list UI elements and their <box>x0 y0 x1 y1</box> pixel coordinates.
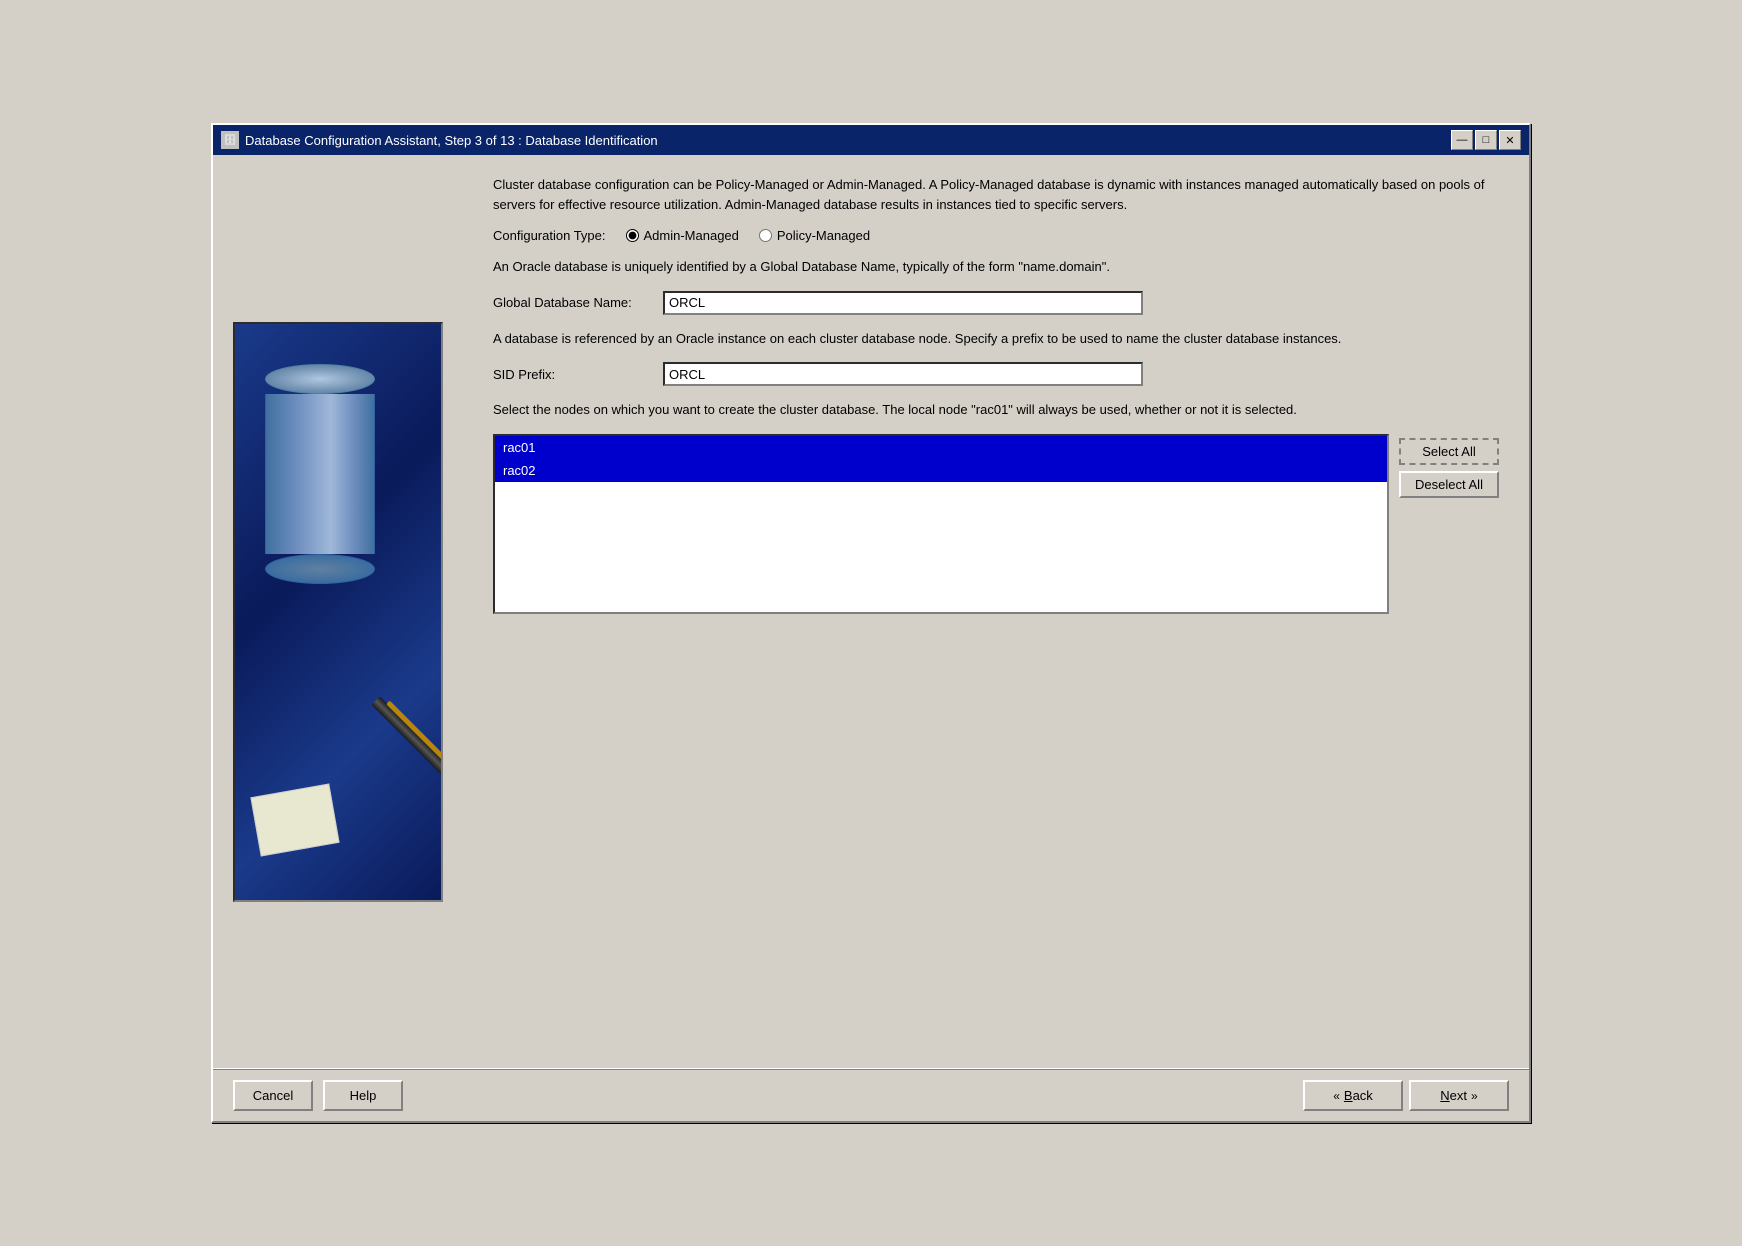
help-button[interactable]: Help <box>323 1080 403 1111</box>
global-db-name-row: Global Database Name: <box>493 291 1499 315</box>
policy-managed-label: Policy-Managed <box>777 228 870 243</box>
maximize-button[interactable]: □ <box>1475 130 1497 150</box>
back-button[interactable]: « Back <box>1303 1080 1403 1111</box>
cylinder <box>265 364 375 584</box>
select-all-button[interactable]: Select All <box>1399 438 1499 465</box>
main-description: Cluster database configuration can be Po… <box>493 175 1499 214</box>
cylinder-top <box>265 364 375 394</box>
global-db-name-input[interactable] <box>663 291 1143 315</box>
nodes-buttons: Select All Deselect All <box>1399 434 1499 498</box>
footer: Cancel Help « Back Next » <box>213 1070 1529 1121</box>
sid-prefix-input[interactable] <box>663 362 1143 386</box>
config-type-row: Configuration Type: Admin-Managed Policy… <box>493 228 1499 243</box>
database-icon <box>265 364 375 584</box>
left-panel <box>213 155 463 1068</box>
right-panel: Cluster database configuration can be Po… <box>463 155 1529 1068</box>
next-chevron-icon: » <box>1471 1089 1478 1103</box>
pen-body <box>371 696 443 789</box>
list-item[interactable]: rac02 <box>495 459 1387 482</box>
admin-managed-radio[interactable] <box>626 229 639 242</box>
footer-left-buttons: Cancel Help <box>233 1080 403 1111</box>
content-area: Cluster database configuration can be Po… <box>213 155 1529 1068</box>
title-buttons: — □ ✕ <box>1451 130 1521 150</box>
admin-managed-label: Admin-Managed <box>644 228 739 243</box>
wizard-image <box>233 322 443 902</box>
nodes-list[interactable]: rac01 rac02 <box>493 434 1389 614</box>
sid-prefix-label: SID Prefix: <box>493 367 653 382</box>
global-db-name-label: Global Database Name: <box>493 295 653 310</box>
policy-managed-radio[interactable] <box>759 229 772 242</box>
policy-managed-option[interactable]: Policy-Managed <box>759 228 870 243</box>
minimize-button[interactable]: — <box>1451 130 1473 150</box>
sid-prefix-row: SID Prefix: <box>493 362 1499 386</box>
deselect-all-button[interactable]: Deselect All <box>1399 471 1499 498</box>
config-type-radio-group: Admin-Managed Policy-Managed <box>626 228 871 243</box>
pen-clip <box>386 700 443 760</box>
cylinder-body <box>265 394 375 554</box>
global-db-info: An Oracle database is uniquely identifie… <box>493 257 1499 277</box>
title-bar-left: 🗄 Database Configuration Assistant, Step… <box>221 131 658 149</box>
back-chevron-icon: « <box>1333 1089 1340 1103</box>
next-label: Next <box>1440 1088 1467 1103</box>
window-title: Database Configuration Assistant, Step 3… <box>245 133 658 148</box>
config-type-label: Configuration Type: <box>493 228 606 243</box>
app-icon: 🗄 <box>221 131 239 149</box>
nodes-area: rac01 rac02 Select All Deselect All <box>493 434 1499 614</box>
cancel-button[interactable]: Cancel <box>233 1080 313 1111</box>
paper-icon <box>250 783 339 856</box>
main-window: 🗄 Database Configuration Assistant, Step… <box>211 123 1531 1123</box>
close-button[interactable]: ✕ <box>1499 130 1521 150</box>
back-label: Back <box>1344 1088 1373 1103</box>
next-button[interactable]: Next » <box>1409 1080 1509 1111</box>
nodes-description: Select the nodes on which you want to cr… <box>493 400 1499 420</box>
pen-icon <box>371 696 443 803</box>
cylinder-bottom <box>265 554 375 584</box>
admin-managed-option[interactable]: Admin-Managed <box>626 228 739 243</box>
title-bar: 🗄 Database Configuration Assistant, Step… <box>213 125 1529 155</box>
sid-info: A database is referenced by an Oracle in… <box>493 329 1499 349</box>
list-item[interactable]: rac01 <box>495 436 1387 459</box>
footer-right-buttons: « Back Next » <box>1303 1080 1509 1111</box>
